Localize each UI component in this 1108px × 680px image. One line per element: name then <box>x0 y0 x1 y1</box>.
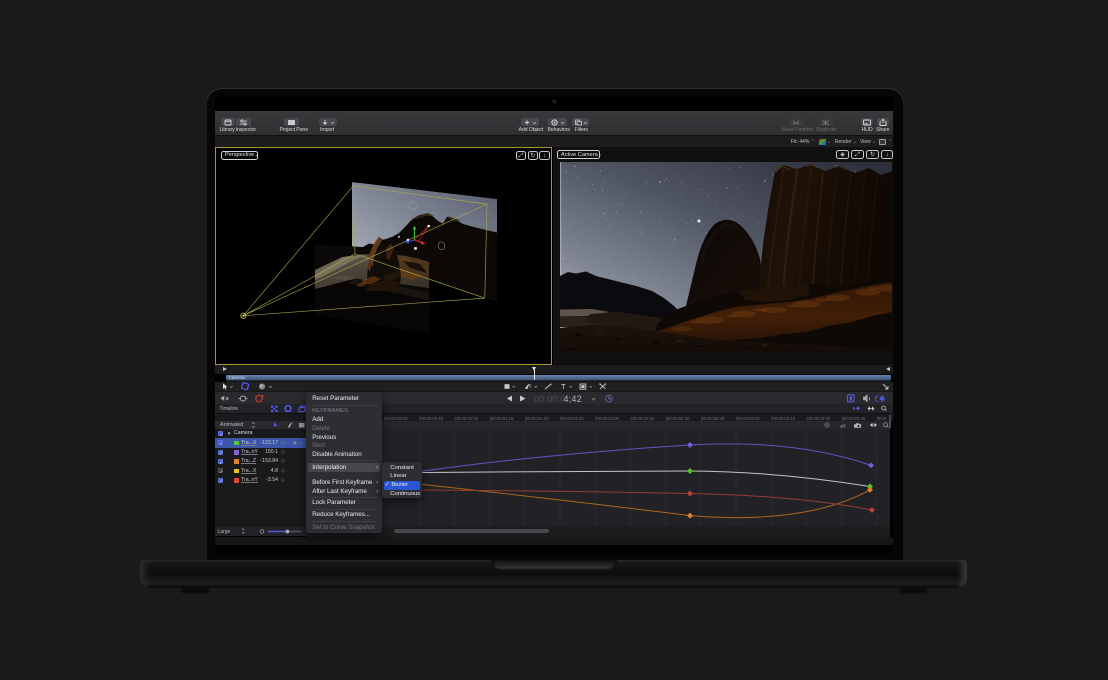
svg-text:1: 1 <box>529 384 532 389</box>
svg-text:00:00:0: 00:00:0 <box>534 394 565 404</box>
svg-text:4;42: 4;42 <box>564 394 582 404</box>
svg-text:T: T <box>561 382 566 391</box>
